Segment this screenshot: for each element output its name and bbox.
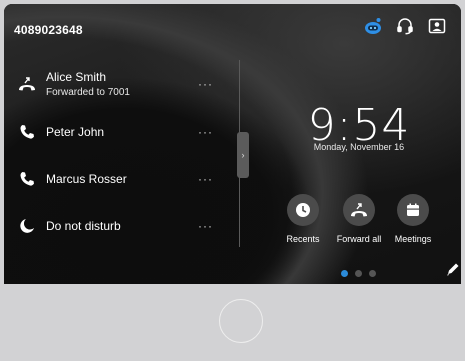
panel-expand-handle[interactable]: › bbox=[237, 132, 249, 178]
page-dot-2[interactable] bbox=[355, 270, 362, 277]
meetings-label: Meetings bbox=[394, 234, 432, 244]
webex-assistant-icon[interactable] bbox=[363, 16, 383, 36]
contact-name: Peter John bbox=[46, 125, 105, 139]
line-number: 4089023648 bbox=[14, 23, 83, 37]
home-button[interactable] bbox=[219, 299, 263, 343]
more-options-button[interactable]: ··· bbox=[198, 172, 213, 186]
do-not-disturb-item[interactable]: Do not disturb ··· bbox=[4, 209, 236, 243]
contact-name: Alice Smith bbox=[46, 70, 107, 84]
call-forward-icon bbox=[18, 75, 36, 93]
clock-date: Monday, November 16 bbox=[313, 142, 405, 152]
top-status-icons bbox=[363, 16, 447, 36]
contact-name: Marcus Rosser bbox=[46, 172, 127, 186]
contact-marcus-rosser[interactable]: Marcus Rosser ··· bbox=[4, 162, 236, 196]
more-options-button[interactable]: ··· bbox=[198, 219, 213, 233]
clock-icon bbox=[287, 194, 319, 226]
more-options-button[interactable]: ··· bbox=[198, 125, 213, 139]
forward-all-button[interactable]: Forward all bbox=[329, 194, 389, 244]
contact-status: Forwarded to 7001 bbox=[46, 87, 130, 98]
page-dot-3[interactable] bbox=[369, 270, 376, 277]
self-view-icon[interactable] bbox=[427, 16, 447, 36]
calendar-icon bbox=[397, 194, 429, 226]
phone-icon bbox=[18, 170, 36, 188]
recents-label: Recents bbox=[286, 234, 320, 244]
phone-icon bbox=[18, 123, 36, 141]
headset-icon[interactable] bbox=[395, 16, 415, 36]
page-indicator bbox=[341, 270, 376, 277]
contact-peter-john[interactable]: Peter John ··· bbox=[4, 115, 236, 149]
call-forward-icon bbox=[343, 194, 375, 226]
phone-device: 4089023648 Alice Smith Forwarded to 7001… bbox=[0, 0, 465, 361]
more-options-button[interactable]: ··· bbox=[198, 77, 213, 91]
contact-name: Do not disturb bbox=[46, 219, 121, 233]
forward-all-label: Forward all bbox=[336, 234, 382, 244]
moon-icon bbox=[18, 217, 36, 235]
meetings-button[interactable]: Meetings bbox=[383, 194, 443, 244]
page-dot-1[interactable] bbox=[341, 270, 348, 277]
touch-screen: 4089023648 Alice Smith Forwarded to 7001… bbox=[4, 4, 461, 284]
contact-alice-smith[interactable]: Alice Smith Forwarded to 7001 ··· bbox=[4, 67, 236, 101]
pencil-icon[interactable] bbox=[445, 261, 461, 277]
recents-button[interactable]: Recents bbox=[273, 194, 333, 244]
